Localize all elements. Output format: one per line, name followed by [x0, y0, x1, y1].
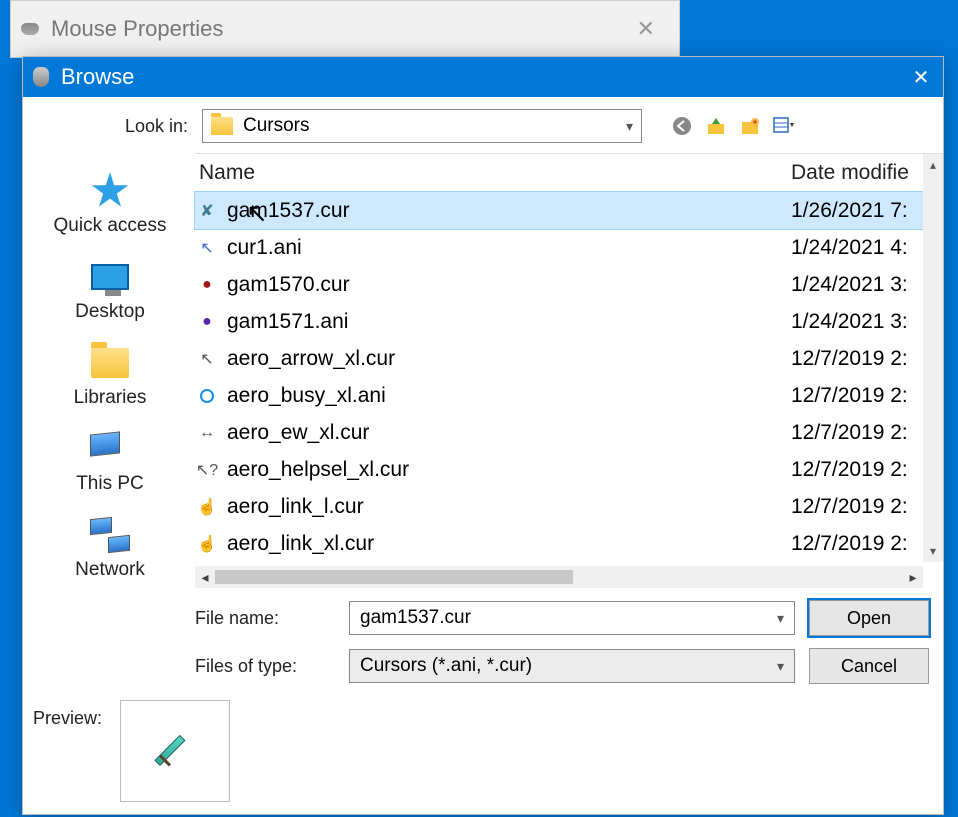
chevron-down-icon: ▾ [626, 118, 633, 135]
file-name: gam1571.ani [227, 310, 791, 334]
file-row[interactable]: ● gam1570.cur1/24/2021 3: [195, 266, 923, 303]
sword-icon [156, 732, 194, 770]
file-date: 1/24/2021 3: [791, 310, 923, 334]
file-row[interactable]: ☝ aero_link_l.cur12/7/2019 2: [195, 488, 923, 525]
preview-box [120, 700, 230, 802]
file-date: 12/7/2019 2: [791, 384, 923, 408]
sidebar-item-label: This PC [76, 473, 144, 495]
file-row[interactable]: ↖ cur1.ani1/24/2021 4: [195, 229, 923, 266]
sidebar-item-label: Quick access [54, 215, 167, 237]
folder-icon [91, 348, 129, 378]
file-row[interactable]: ● gam1571.ani1/24/2021 3: [195, 303, 923, 340]
places-sidebar: Quick access Desktop Libraries This PC N… [35, 153, 185, 700]
file-name: aero_link_l.cur [227, 495, 791, 519]
mouse-icon [33, 67, 49, 87]
browse-dialog: Browse ✕ Look in: Cursors ▾ [22, 56, 944, 815]
file-name: aero_link_xl.cur [227, 532, 791, 556]
file-name-input[interactable]: gam1537.cur ▾ [349, 601, 795, 635]
file-row[interactable]: ✘ gam1537.cur1/26/2021 7: [195, 192, 923, 229]
file-date: 12/7/2019 2: [791, 532, 923, 556]
file-name: gam1537.cur [227, 199, 791, 223]
parent-window-title: Mouse Properties [51, 16, 623, 42]
file-list[interactable]: Name Date modifie ✘ gam1537.cur1/26/2021 … [195, 154, 923, 562]
files-of-type-label: Files of type: [195, 656, 335, 677]
file-date: 12/7/2019 2: [791, 347, 923, 371]
file-name-label: File name: [195, 608, 335, 629]
file-icon: ↖? [197, 460, 217, 480]
file-name: cur1.ani [227, 236, 791, 260]
file-name: aero_helpsel_xl.cur [227, 458, 791, 482]
scroll-left-icon[interactable]: ◂ [195, 569, 215, 586]
file-name: aero_busy_xl.ani [227, 384, 791, 408]
files-of-type-value: Cursors (*.ani, *.cur) [360, 655, 532, 677]
file-icon: ↖ [197, 238, 217, 258]
sidebar-item-quick-access[interactable]: Quick access [54, 173, 167, 237]
files-of-type-dropdown[interactable]: Cursors (*.ani, *.cur) ▾ [349, 649, 795, 683]
chevron-down-icon: ▾ [777, 610, 784, 627]
preview-label: Preview: [33, 700, 102, 729]
file-row[interactable]: ↖ aero_arrow_xl.cur12/7/2019 2: [195, 340, 923, 377]
file-date: 12/7/2019 2: [791, 458, 923, 482]
sidebar-item-desktop[interactable]: Desktop [75, 259, 145, 323]
file-row[interactable]: aero_busy_xl.ani12/7/2019 2: [195, 377, 923, 414]
folder-icon [211, 117, 233, 135]
file-date: 1/26/2021 7: [791, 199, 923, 223]
file-icon: ✘ [197, 201, 217, 221]
scroll-right-icon[interactable]: ▸ [903, 569, 923, 586]
chevron-down-icon: ▾ [777, 658, 784, 675]
star-icon [91, 172, 129, 210]
file-icon: ● [197, 312, 217, 332]
horizontal-scrollbar[interactable]: ◂ ▸ [195, 566, 923, 588]
parent-window: Mouse Properties ✕ [10, 0, 680, 58]
sidebar-item-label: Network [75, 559, 145, 581]
open-button[interactable]: Open [809, 600, 929, 636]
titlebar: Browse ✕ [23, 57, 943, 97]
scroll-up-icon[interactable]: ▴ [930, 158, 936, 172]
file-name: gam1570.cur [227, 273, 791, 297]
view-menu-button[interactable] [772, 114, 796, 138]
file-date: 1/24/2021 3: [791, 273, 923, 297]
new-folder-button[interactable] [738, 114, 762, 138]
network-icon [90, 518, 130, 552]
sidebar-item-this-pc[interactable]: This PC [76, 431, 144, 495]
sidebar-item-label: Desktop [75, 301, 145, 323]
vertical-scrollbar[interactable]: ▴ ▾ [923, 154, 943, 562]
file-icon: ☝ [197, 534, 217, 554]
file-icon: ↖ [197, 349, 217, 369]
file-row[interactable]: ↔ aero_ew_xl.cur12/7/2019 2: [195, 414, 923, 451]
monitor-icon [91, 264, 129, 290]
pc-icon [90, 433, 130, 465]
close-button[interactable]: ✕ [899, 57, 943, 97]
file-icon: ↔ [197, 423, 217, 443]
file-row[interactable]: ☝ aero_link_xl.cur12/7/2019 2: [195, 525, 923, 562]
file-date: 1/24/2021 4: [791, 236, 923, 260]
file-date: 12/7/2019 2: [791, 495, 923, 519]
file-date: 12/7/2019 2: [791, 421, 923, 445]
column-header-date[interactable]: Date modifie [791, 161, 923, 185]
file-name: aero_arrow_xl.cur [227, 347, 791, 371]
sidebar-item-network[interactable]: Network [75, 517, 145, 581]
file-icon [197, 386, 217, 406]
sidebar-item-label: Libraries [74, 387, 147, 409]
up-one-level-button[interactable] [704, 114, 728, 138]
scroll-down-icon[interactable]: ▾ [930, 544, 936, 558]
cancel-button[interactable]: Cancel [809, 648, 929, 684]
sidebar-item-libraries[interactable]: Libraries [74, 345, 147, 409]
file-name-value: gam1537.cur [360, 607, 471, 629]
scrollbar-thumb[interactable] [215, 570, 573, 584]
parent-close-button[interactable]: ✕ [623, 16, 669, 42]
look-in-label: Look in: [43, 116, 188, 137]
file-icon: ● [197, 275, 217, 295]
look-in-dropdown[interactable]: Cursors ▾ [202, 109, 642, 143]
mouse-icon [21, 23, 39, 35]
look-in-value: Cursors [243, 115, 310, 137]
file-icon: ☝ [197, 497, 217, 517]
file-name: aero_ew_xl.cur [227, 421, 791, 445]
file-row[interactable]: ↖? aero_helpsel_xl.cur12/7/2019 2: [195, 451, 923, 488]
column-header-name[interactable]: Name [195, 161, 791, 185]
dialog-title: Browse [61, 64, 899, 90]
back-button[interactable] [670, 114, 694, 138]
